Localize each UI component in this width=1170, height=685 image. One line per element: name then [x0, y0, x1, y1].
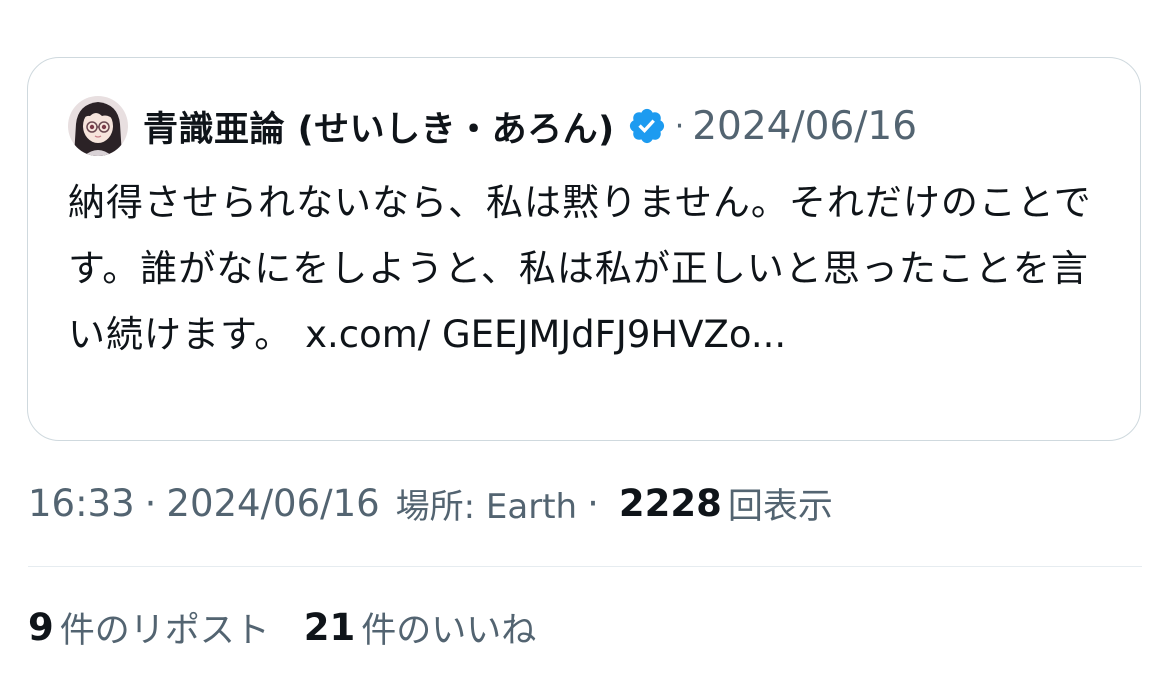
reposts-count: 9 [28, 605, 54, 649]
divider [28, 566, 1142, 567]
likes-count: 21 [303, 605, 356, 649]
tweet-place[interactable]: 場所: Earth [396, 479, 577, 528]
quoted-tweet-date[interactable]: 2024/06/16 [692, 104, 917, 149]
tweet-meta: 16:33 · 2024/06/16 場所: Earth · 2228 回表示 [28, 478, 833, 528]
engagement-stats: 9 件のリポスト 21 件のいいね [28, 601, 536, 653]
views-label: 回表示 [727, 486, 833, 527]
quoted-tweet-header: 青識亜論 (せいしき・あろん) · 2024/06/16 [68, 96, 917, 156]
tweet-date[interactable]: 2024/06/16 [166, 482, 379, 525]
author-name[interactable]: 青識亜論 (せいしき・あろん) [143, 101, 615, 152]
meta-separator: · [144, 481, 157, 525]
quoted-tweet-card[interactable]: 青識亜論 (せいしき・あろん) · 2024/06/16 納得させられないなら、… [27, 57, 1141, 441]
header-separator: · [674, 108, 685, 144]
meta-separator-2: · [587, 481, 599, 525]
verified-badge-icon [627, 106, 667, 146]
reposts-stat[interactable]: 9 件のリポスト [28, 602, 270, 653]
views-count: 2228 [618, 481, 722, 525]
likes-stat[interactable]: 21 件のいいね [304, 602, 537, 653]
tweet-time[interactable]: 16:33 [28, 482, 135, 525]
tweet-link[interactable]: x.com/ GEEJMJdFJ9HVZo... [305, 313, 786, 356]
quoted-tweet-body: 納得させられないなら、私は黙りません。それだけのことです。誰がなにをしようと、私… [68, 170, 1108, 368]
reposts-label: 件のリポスト [59, 610, 270, 651]
author-avatar[interactable] [68, 96, 128, 156]
likes-label: 件のいいね [361, 610, 537, 651]
